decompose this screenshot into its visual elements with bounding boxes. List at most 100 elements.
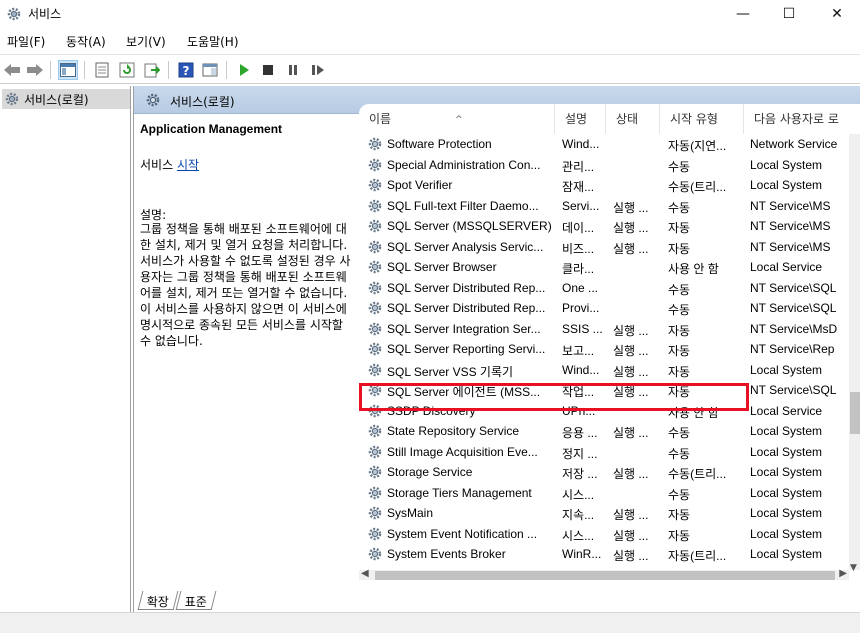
cell-status: 실행 ...	[613, 426, 649, 440]
window-title: 서비스	[28, 7, 62, 21]
export-icon	[144, 63, 160, 78]
table-row[interactable]: Storage Tiers Management 시스... 수동 Local Sys…	[359, 483, 849, 503]
minimize-button[interactable]: —	[720, 0, 766, 28]
table-row[interactable]: SQL Full-text Filter Daemo... Servi... 실행 …	[359, 196, 849, 216]
cell-logon-as: Local System	[750, 547, 823, 561]
cell-description: Wind...	[562, 137, 600, 151]
properties-button[interactable]	[92, 60, 112, 80]
tab-standard[interactable]: 표준	[175, 591, 217, 610]
start-service-link[interactable]: 시작	[177, 158, 199, 172]
cell-description: 클라...	[562, 262, 595, 276]
table-row[interactable]: SQL Server Reporting Servi... 보고... 실행 ...…	[359, 339, 849, 359]
help-button[interactable]: ?	[176, 60, 196, 80]
pause-service-button[interactable]	[283, 60, 303, 80]
cell-description: 비즈...	[562, 241, 595, 256]
scroll-down-icon[interactable]: ▼	[850, 563, 857, 573]
cell-name: Storage Service	[387, 465, 473, 479]
cell-logon-as: NT Service\MS	[750, 219, 831, 233]
maximize-button[interactable]: ☐	[766, 0, 812, 28]
table-row[interactable]: Still Image Acquisition Eve... 정지 ... 수동 Lo…	[359, 442, 849, 462]
menu-action[interactable]: 동작(A)	[66, 33, 106, 50]
cell-name: SysMain	[387, 506, 434, 520]
table-row[interactable]: SQL Server Distributed Rep... Provi... 수동 N…	[359, 298, 849, 318]
console-tree-icon	[60, 63, 76, 77]
vertical-scroll-thumb[interactable]	[850, 392, 860, 434]
table-row[interactable]: SysMain 지속... 실행 ... 자동 Local System	[359, 503, 849, 523]
service-gear-icon	[368, 465, 382, 479]
highlight-box	[359, 383, 749, 411]
horizontal-scroll-thumb[interactable]	[375, 571, 835, 580]
cell-startup-type: 자동	[668, 344, 691, 358]
cell-name: SQL Server Browser	[387, 260, 497, 274]
horizontal-scrollbar[interactable]: ◀ ▶	[359, 568, 849, 580]
cell-logon-as: Local System	[750, 506, 823, 520]
cell-name: Storage Tiers Management	[387, 485, 532, 500]
cell-status: 실행 ...	[613, 241, 649, 256]
cell-description: 정지 ...	[562, 446, 598, 461]
service-gear-icon	[368, 219, 382, 233]
cell-startup-type: 수동(트리...	[668, 180, 727, 194]
vertical-scrollbar[interactable]: ▼	[849, 134, 860, 573]
close-button[interactable]: ✕	[814, 0, 860, 28]
cell-name: SQL Server Reporting Servi...	[387, 342, 546, 356]
column-header-startup-type[interactable]: 시작 유형	[660, 104, 744, 134]
menu-file[interactable]: 파일(F)	[7, 33, 45, 50]
table-row[interactable]: Special Administration Con... 관리... 수동 Loca…	[359, 155, 849, 175]
table-row[interactable]: SQL Server Browser 클라... 사용 안 함 Local Servi…	[359, 257, 849, 277]
back-button[interactable]	[2, 60, 22, 80]
menu-view[interactable]: 보기(V)	[126, 33, 166, 50]
service-gear-icon	[368, 178, 382, 192]
menu-help[interactable]: 도움말(H)	[187, 33, 239, 50]
status-bar	[0, 612, 860, 633]
tab-extended[interactable]: 확장	[137, 591, 179, 610]
table-row[interactable]: SQL Server Distributed Rep... One ... 수동 NT…	[359, 278, 849, 298]
forward-button[interactable]	[25, 60, 45, 80]
table-row[interactable]: SQL Server VSS 기록기 Wind... 실행 ... 자동 Local S…	[359, 360, 849, 380]
services-gear-icon	[5, 92, 19, 106]
tree-item-services-local[interactable]: 서비스(로컬)	[2, 89, 130, 109]
cell-startup-type: 자동	[668, 241, 691, 256]
column-header-name[interactable]: 이름 ^	[359, 104, 555, 134]
toolbar-separator	[84, 61, 85, 79]
cell-logon-as: NT Service\SQL	[750, 383, 837, 397]
table-row[interactable]: System Events Broker WinR... 실행 ... 자동(트리..…	[359, 544, 849, 564]
service-gear-icon	[368, 301, 382, 315]
cell-logon-as: NT Service\MS	[750, 239, 831, 254]
cell-description: SSIS ...	[562, 321, 603, 336]
service-gear-icon	[368, 260, 382, 274]
table-row[interactable]: SQL Server (MSSQLSERVER) 데이... 실행 ... 자동 NT …	[359, 216, 849, 236]
cell-logon-as: NT Service\Rep	[750, 342, 835, 356]
refresh-button[interactable]	[117, 60, 137, 80]
stop-service-button[interactable]	[258, 60, 278, 80]
scroll-left-icon[interactable]: ◀	[361, 568, 369, 579]
cell-name: SQL Server (MSSQLSERVER)	[387, 219, 552, 233]
action-pane-button[interactable]	[200, 60, 220, 80]
scroll-right-icon[interactable]: ▶	[839, 568, 847, 579]
close-icon: ✕	[831, 6, 843, 22]
restart-service-button[interactable]	[308, 60, 328, 80]
column-header-status[interactable]: 상태	[606, 104, 660, 134]
show-hide-tree-button[interactable]	[58, 60, 78, 80]
cell-startup-type: 수동	[668, 303, 691, 317]
table-row[interactable]: Software Protection Wind... 자동(지연... Networ…	[359, 134, 849, 154]
cell-status: 실행 ...	[613, 508, 649, 522]
table-row[interactable]: System Event Notification ... 시스... 실행 ...…	[359, 524, 849, 544]
cell-startup-type: 자동	[668, 528, 691, 543]
table-row[interactable]: State Repository Service 응용 ... 실행 ... 수동 Lo…	[359, 421, 849, 441]
table-row[interactable]: Spot Verifier 잠재... 수동(트리... Local System	[359, 175, 849, 195]
column-header-logon-as[interactable]: 다음 사용자로 로	[744, 104, 860, 134]
table-row[interactable]: SQL Server Integration Ser... SSIS ... 실행 …	[359, 319, 849, 339]
start-service-button[interactable]	[234, 60, 254, 80]
cell-description: 데이...	[562, 221, 595, 235]
cell-logon-as: Local System	[750, 178, 823, 192]
cell-startup-type: 수동	[668, 487, 691, 502]
export-list-button[interactable]	[142, 60, 162, 80]
column-header-description[interactable]: 설명	[555, 104, 606, 134]
back-arrow-icon	[4, 64, 20, 76]
maximize-icon: ☐	[782, 6, 796, 22]
cell-description: 잠재...	[562, 180, 595, 194]
table-row[interactable]: Storage Service 저장 ... 실행 ... 수동(트리... Local…	[359, 462, 849, 482]
cell-status: 실행 ...	[613, 364, 649, 379]
content-header-title: 서비스(로컬)	[170, 95, 235, 109]
table-row[interactable]: SQL Server Analysis Servic... 비즈... 실행 ...…	[359, 237, 849, 257]
